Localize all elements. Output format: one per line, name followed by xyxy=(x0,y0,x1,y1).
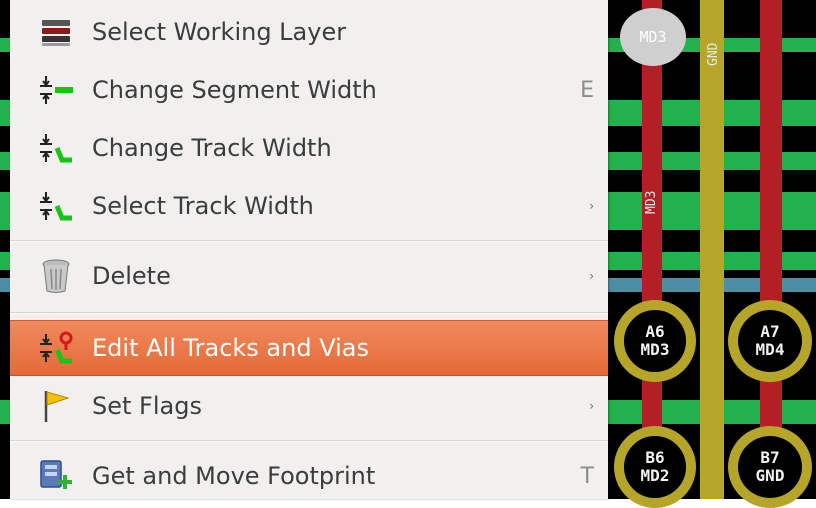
pcb-track-label: MD3 xyxy=(644,190,659,214)
menu-item-label: Delete xyxy=(92,262,171,290)
menu-separator xyxy=(10,440,608,442)
menu-item-select-track-width[interactable]: Select Track Width › xyxy=(10,178,608,234)
menu-item-label: Change Track Width xyxy=(92,134,332,162)
menu-item-get-and-move-footprint[interactable]: Get and Move Footprint T xyxy=(10,448,608,504)
pcb-pad[interactable]: A7 MD4 xyxy=(728,300,812,382)
menu-item-delete[interactable]: Delete › xyxy=(10,248,608,304)
menu-item-select-working-layer[interactable]: Select Working Layer xyxy=(10,4,608,60)
submenu-arrow-icon: › xyxy=(589,399,594,413)
menu-separator xyxy=(10,240,608,242)
shortcut-hint: E xyxy=(580,77,594,103)
menu-item-label: Select Working Layer xyxy=(92,18,347,46)
pcb-track-label: GND xyxy=(706,42,721,66)
pcb-pad[interactable]: B7 GND xyxy=(728,426,812,508)
layers-icon xyxy=(38,14,74,50)
menu-item-set-flags[interactable]: Set Flags › xyxy=(10,378,608,434)
pcb-pad[interactable]: A6 MD3 xyxy=(614,300,696,382)
track-width-icon xyxy=(38,188,74,224)
submenu-arrow-icon: › xyxy=(589,199,594,213)
menu-item-label: Set Flags xyxy=(92,392,202,420)
pcb-track xyxy=(642,0,662,499)
edit-tracks-vias-icon xyxy=(38,330,74,366)
menu-item-label: Edit All Tracks and Vias xyxy=(92,334,369,362)
track-width-icon xyxy=(38,130,74,166)
menu-item-label: Get and Move Footprint xyxy=(92,462,376,490)
menu-item-edit-all-tracks-and-vias[interactable]: Edit All Tracks and Vias xyxy=(10,320,608,376)
segment-width-icon xyxy=(38,72,74,108)
menu-item-label: Change Segment Width xyxy=(92,76,377,104)
submenu-arrow-icon: › xyxy=(589,269,594,283)
flag-icon xyxy=(38,388,74,424)
pcb-mounting-hole: MD3 xyxy=(620,8,686,66)
move-footprint-icon xyxy=(38,458,74,494)
pcb-pad[interactable]: B6 MD2 xyxy=(614,426,696,508)
pcb-track xyxy=(700,0,724,499)
menu-item-change-track-width[interactable]: Change Track Width xyxy=(10,120,608,176)
trash-can-icon xyxy=(38,258,74,294)
menu-item-change-segment-width[interactable]: Change Segment Width E xyxy=(10,62,608,118)
menu-item-label: Select Track Width xyxy=(92,192,314,220)
pcb-track xyxy=(760,0,782,499)
menu-separator xyxy=(10,312,608,314)
shortcut-hint: T xyxy=(580,463,594,489)
context-menu: Select Working Layer Change Segment Widt… xyxy=(10,0,608,499)
